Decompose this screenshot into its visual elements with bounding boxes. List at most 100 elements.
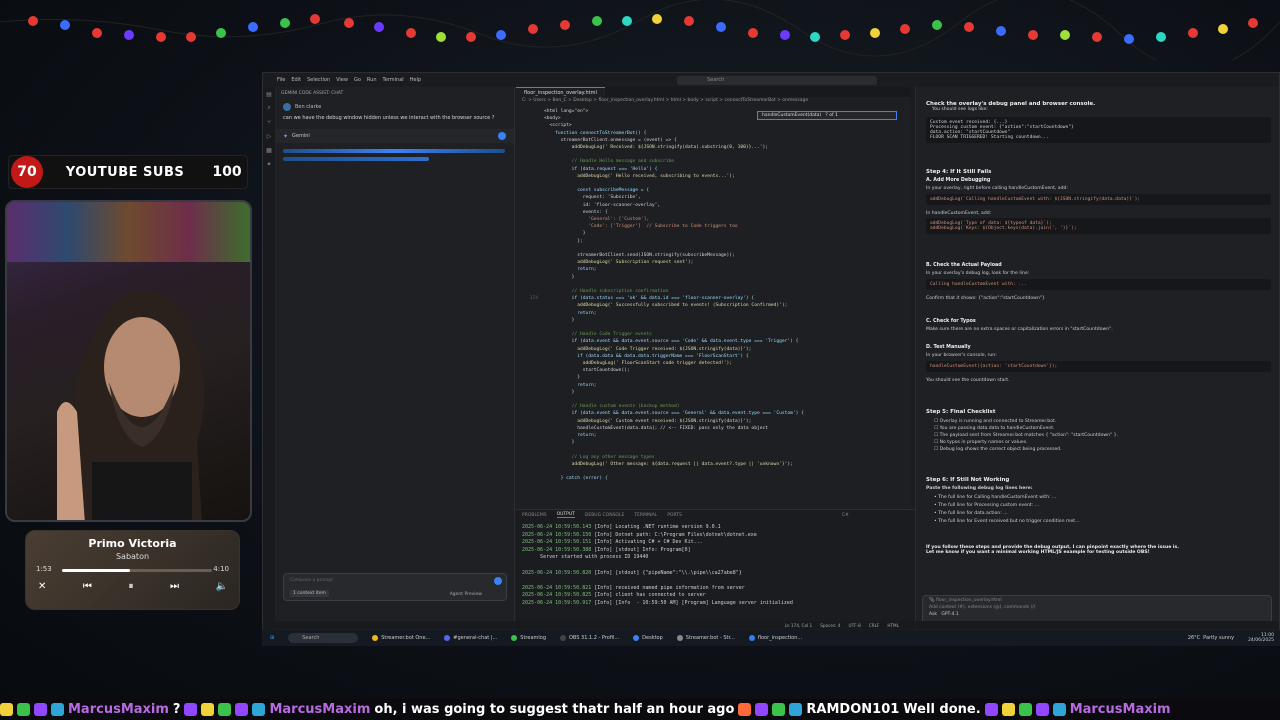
stream-scene: 70 YOUTUBE SUBS 100 Primo Victoria Sabat…: [0, 0, 1280, 720]
agent-toggle[interactable]: Agent Preview: [450, 592, 482, 597]
taskbar-app[interactable]: Streamer.bot One...: [372, 635, 430, 641]
start-icon[interactable]: ⊞: [270, 635, 274, 641]
tab-problems[interactable]: PROBLEMS: [522, 513, 547, 518]
light-bulb: [1248, 18, 1258, 28]
light-bulb: [964, 22, 974, 32]
tab-terminal[interactable]: TERMINAL: [634, 513, 657, 518]
pause-icon[interactable]: ⏸: [128, 581, 133, 592]
menu-help[interactable]: Help: [410, 77, 421, 83]
taskbar-app[interactable]: OBS 31.1.2 - Profil...: [560, 635, 619, 641]
send-icon[interactable]: [494, 577, 502, 585]
cursor-position[interactable]: Ln 174, Col 1: [785, 623, 813, 628]
light-bulb: [1060, 30, 1070, 40]
tab-floor-inspection-overlay[interactable]: floor_inspection_overlay.html: [516, 87, 605, 97]
breadcrumb[interactable]: C: > Users > Ben_C > Desktop > floor_ins…: [516, 97, 911, 105]
context-chip[interactable]: 1 context item: [290, 590, 329, 597]
next-icon[interactable]: ⏭: [170, 581, 179, 592]
output-message: [Info] Locating .NET runtime version 9.0…: [594, 524, 721, 530]
sub-label: YOUTUBE SUBS: [65, 164, 185, 180]
shuffle-icon[interactable]: ✕: [38, 581, 46, 592]
step-b: B. Check the Actual Payload In your over…: [916, 263, 1279, 301]
chat-user-row: Ben clarke: [275, 99, 514, 115]
activity-bar: ▤ ⌕ ⑂ ▷ ▦ ✦: [263, 87, 275, 633]
weather-widget[interactable]: 26°C Partly sunny: [1188, 635, 1234, 641]
step-c: C. Check for Typos Make sure there are n…: [916, 319, 1279, 332]
chat-prompt-input[interactable]: Compose a prompt 1 context item Agent Pr…: [283, 573, 507, 601]
gemini-icon[interactable]: ✦: [263, 157, 275, 171]
a-text: In your overlay, right before calling ha…: [926, 186, 1068, 191]
light-bulb: [156, 32, 166, 42]
streamlog-icon: [511, 635, 518, 641]
output-filter[interactable]: C#: [842, 513, 849, 518]
taskbar-app[interactable]: Desktop: [633, 635, 663, 641]
taskbar-app[interactable]: #general-chat |...: [444, 635, 497, 641]
output-line: 2025-06-24 10:59:50.150 [Info] Dotnet pa…: [522, 532, 793, 540]
input-context-chip[interactable]: floor_inspection_overlay.html: [936, 598, 1002, 603]
code-line: streamerBotClient.send(JSON.stringify(su…: [544, 253, 735, 258]
code-line: return;: [544, 382, 597, 388]
run-debug-icon[interactable]: ▷: [263, 129, 275, 143]
code-line: }: [544, 440, 575, 446]
menu-terminal[interactable]: Terminal: [383, 77, 404, 83]
light-bulb: [1092, 32, 1102, 42]
time-total: 4:10: [213, 565, 229, 573]
taskbar-app[interactable]: Streamer.bot - Str...: [676, 635, 735, 641]
taskbar-search[interactable]: Search: [288, 633, 359, 643]
copilot-chat-pane: Check the overlay's debug panel and brow…: [915, 87, 1279, 633]
emote-icon: [235, 703, 249, 716]
light-bulb: [684, 16, 694, 26]
light-bulb: [780, 30, 790, 40]
command-center-search[interactable]: Search: [677, 75, 878, 85]
search-icon[interactable]: ⌕: [263, 101, 275, 115]
light-bulb: [996, 26, 1006, 36]
loading-placeholder: [283, 149, 505, 153]
taskbar-clock[interactable]: 11:00 24/06/2025: [1248, 633, 1280, 643]
language-mode[interactable]: HTML: [887, 623, 899, 628]
code-line: // Handle subscription confirmation: [544, 289, 669, 294]
menu-file[interactable]: File: [277, 77, 285, 83]
taskbar-app-label: Streamer.bot - Str...: [685, 635, 735, 641]
chat-username: RAMDON101: [806, 702, 900, 717]
assistant-name: Gemini: [292, 133, 310, 139]
taskbar-app[interactable]: Streamlog: [511, 635, 546, 641]
light-bulb: [528, 24, 538, 34]
output-line: [522, 562, 793, 570]
tab-ports[interactable]: PORTS: [667, 513, 682, 518]
step5: Step 5: Final Checklist ☐ Overlay is run…: [916, 409, 1279, 454]
light-bulb: [216, 28, 226, 38]
preview-label: Preview: [464, 592, 482, 597]
output-message: [Info] [stdout] Info: Program[0]: [594, 546, 691, 553]
menu-go[interactable]: Go: [354, 77, 361, 83]
extensions-icon[interactable]: ▦: [263, 143, 275, 157]
mode-select[interactable]: Ask: [929, 612, 937, 617]
taskbar-app[interactable]: floor_inspection...: [748, 635, 803, 641]
model-select[interactable]: GPT-4.1: [941, 612, 958, 617]
line-ending[interactable]: CRLF: [869, 623, 880, 628]
a-code-2: addDebugLog(`Type of data: ${typeof data…: [926, 218, 1271, 234]
menu-edit[interactable]: Edit: [291, 77, 301, 83]
step6-text: Paste the following debug log lines here…: [926, 486, 1033, 491]
menu-run[interactable]: Run: [367, 77, 377, 83]
gemini-spark-icon: ✦: [283, 132, 289, 140]
output-line: 2025-06-24 10:59:50.143 [Info] Locating …: [522, 524, 793, 532]
explorer-icon[interactable]: ▤: [263, 87, 275, 101]
code-area[interactable]: <html lang="en"> <body> <script> function…: [516, 109, 911, 507]
encoding[interactable]: UTF-8: [849, 623, 861, 628]
tab-debug-console[interactable]: DEBUG CONSOLE: [585, 513, 624, 518]
menu-view[interactable]: View: [336, 77, 348, 83]
indent-spaces[interactable]: Spaces: 4: [820, 623, 840, 628]
output-line: 2025-06-24 10:59:50.825 [Info] client ha…: [522, 592, 793, 600]
light-bulb: [652, 14, 662, 24]
volume-icon[interactable]: 🔈: [216, 581, 228, 592]
menu-selection[interactable]: Selection: [307, 77, 330, 83]
background-banners: [7, 202, 250, 262]
code-line: return;: [544, 433, 597, 438]
code-line: addDebugLog(' Custom event received: ${J…: [544, 418, 752, 424]
previous-icon[interactable]: ⏮: [83, 581, 92, 592]
tab-output[interactable]: OUTPUT: [556, 512, 575, 518]
output-panel: PROBLEMS OUTPUT DEBUG CONSOLE TERMINAL P…: [516, 509, 951, 633]
weather-desc: Partly sunny: [1203, 635, 1235, 641]
light-bulb: [374, 22, 384, 32]
source-control-icon[interactable]: ⑂: [263, 115, 275, 129]
taskbar-app-label: floor_inspection...: [757, 635, 803, 641]
